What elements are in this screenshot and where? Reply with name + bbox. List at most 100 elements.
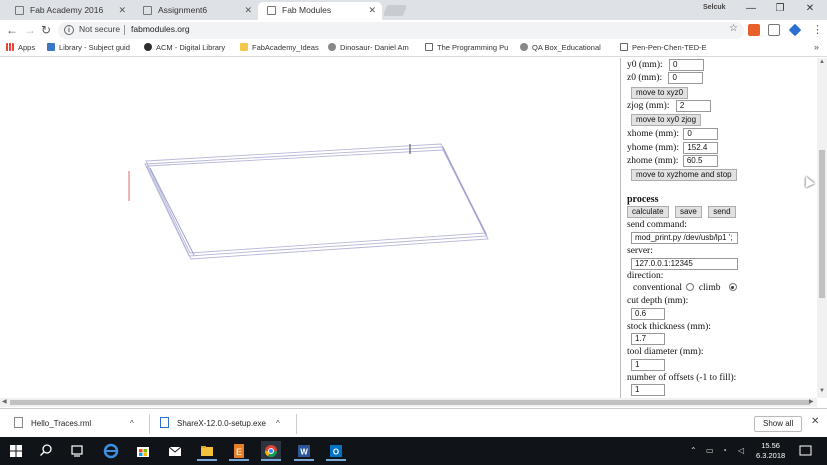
reload-icon[interactable]: ↻ xyxy=(41,23,51,37)
reader-extension-icon[interactable] xyxy=(768,24,780,36)
page-icon xyxy=(425,43,433,51)
library-icon xyxy=(47,43,55,51)
search-icon[interactable] xyxy=(36,441,56,461)
bookmarks-bar: Apps Library - Subject guid ACM - Digita… xyxy=(0,41,827,57)
z0-input[interactable]: 0 xyxy=(668,72,704,84)
windows-start-icon[interactable] xyxy=(6,441,26,461)
chrome-icon[interactable] xyxy=(261,441,281,461)
file-explorer-icon[interactable] xyxy=(197,441,217,461)
scroll-thumb[interactable] xyxy=(819,150,825,298)
climb-radio[interactable] xyxy=(728,283,737,291)
bookmark-label: Pen-Pen-Chen-TED-E xyxy=(632,43,706,52)
bookmark-library[interactable]: Library - Subject guid xyxy=(47,43,137,52)
menu-icon[interactable]: ⋮ xyxy=(812,23,823,36)
close-tab-icon[interactable]: ✕ xyxy=(244,2,252,18)
acm-icon xyxy=(144,43,152,51)
close-tab-icon[interactable]: ✕ xyxy=(368,2,376,18)
scroll-up-icon[interactable]: ▲ xyxy=(819,59,825,65)
horizontal-scrollbar[interactable]: ◀ ▶ xyxy=(0,398,817,407)
zhome-input[interactable]: 60.5 xyxy=(682,155,718,167)
edge-icon[interactable] xyxy=(101,441,121,461)
close-shelf-icon[interactable]: ✕ xyxy=(811,416,819,427)
move-to-xyz0-button[interactable]: move to xyz0 xyxy=(631,87,689,99)
scroll-left-icon[interactable]: ◀ xyxy=(2,398,7,405)
process-heading: process xyxy=(627,194,659,205)
chevron-up-icon[interactable]: ^ xyxy=(276,415,280,433)
sharex-extension-icon[interactable] xyxy=(748,24,760,36)
download-item[interactable]: ShareX-12.0.0-setup.exe ^ xyxy=(160,415,288,433)
stock-thickness-input[interactable]: 1.7 xyxy=(631,333,665,345)
close-tab-icon[interactable]: ✕ xyxy=(118,2,126,18)
bookmark-star-icon[interactable]: ☆ xyxy=(729,23,738,34)
tool-diameter-input[interactable]: 1 xyxy=(631,359,665,371)
forward-icon[interactable]: → xyxy=(24,23,36,37)
bookmark-fabacademy-ideas[interactable]: FabAcademy_Ideas xyxy=(240,43,324,52)
yhome-input[interactable]: 152.4 xyxy=(683,142,719,154)
bookmark-programming[interactable]: The Programming Pu xyxy=(425,43,513,52)
save-button[interactable]: save xyxy=(674,206,702,218)
bookmark-dinosaur[interactable]: Dinosaur- Daniel Am xyxy=(328,43,416,52)
bookmark-ted[interactable]: Pen-Pen-Chen-TED-E xyxy=(620,43,706,52)
new-tab-button[interactable] xyxy=(382,5,408,16)
y0-input[interactable]: 0 xyxy=(669,59,704,71)
climb-label: climb xyxy=(698,283,721,293)
offsets-input[interactable]: 1 xyxy=(631,384,665,396)
bookmark-label: QA Box_Educational xyxy=(532,43,601,52)
bookmark-qa-box[interactable]: QA Box_Educational xyxy=(520,43,608,52)
mail-icon[interactable] xyxy=(165,441,185,461)
info-icon[interactable]: i xyxy=(64,25,74,35)
send-button[interactable]: send xyxy=(708,206,736,218)
url-text[interactable]: fabmodules.org xyxy=(131,24,190,34)
download-item[interactable]: Hello_Traces.rml ^ xyxy=(14,415,142,433)
restore-icon[interactable]: ❐ xyxy=(767,2,793,16)
scroll-thumb[interactable] xyxy=(10,400,810,405)
xhome-row: xhome (mm): 0 xyxy=(627,128,719,140)
network-icon[interactable]: ◔ xyxy=(722,446,727,455)
profile-name[interactable]: Selcuk xyxy=(703,4,726,11)
send-command-input[interactable]: mod_print.py /dev/usb/lp1 '; xyxy=(631,232,738,244)
vertical-scrollbar[interactable]: ▲ ▼ xyxy=(817,58,827,398)
outlook-icon[interactable]: O xyxy=(326,441,346,461)
offsets-label: number of offsets (-1 to fill): xyxy=(627,373,737,383)
clock[interactable]: 15.56 6.3.2018 xyxy=(756,441,785,461)
sublime-icon[interactable]: E xyxy=(229,441,249,461)
address-bar[interactable]: i Not secure fabmodules.org ☆ xyxy=(58,22,744,39)
calculate-button[interactable]: calculate xyxy=(627,206,669,218)
notifications-icon[interactable] xyxy=(798,441,814,461)
battery-icon[interactable]: ▭ xyxy=(706,446,714,455)
tab-assignment6[interactable]: Assignment6 ✕ xyxy=(134,2,258,20)
windows-taskbar: E W O ⌃ ▭ ◔ ◁ 15.56 6.3.2018 xyxy=(0,437,827,465)
task-view-icon[interactable] xyxy=(67,441,87,461)
bookmark-acm[interactable]: ACM - Digital Library xyxy=(144,43,236,52)
zjog-input[interactable]: 2 xyxy=(675,100,711,112)
tab-fab-modules[interactable]: Fab Modules ✕ xyxy=(258,2,382,20)
more-bookmarks-icon[interactable]: » xyxy=(814,42,819,52)
store-icon[interactable] xyxy=(133,441,153,461)
conventional-radio[interactable] xyxy=(686,283,695,291)
volume-icon[interactable]: ◁ xyxy=(738,446,744,455)
chevron-up-icon[interactable]: ^ xyxy=(130,415,134,433)
tab-fab-academy[interactable]: Fab Academy 2016 ✕ xyxy=(6,2,132,20)
minimize-icon[interactable]: — xyxy=(738,2,764,16)
clock-date: 6.3.2018 xyxy=(756,451,786,460)
cut-depth-input[interactable]: 0.6 xyxy=(631,308,665,320)
people-icon[interactable]: ⌃ xyxy=(690,446,697,455)
move-to-xyzhome-button[interactable]: move to xyzhome and stop xyxy=(631,169,737,181)
back-icon[interactable]: ← xyxy=(6,23,18,37)
zhome-row: zhome (mm): 60.5 xyxy=(627,155,718,167)
page-icon xyxy=(267,6,276,15)
toolpath-3d-view[interactable] xyxy=(0,58,620,398)
server-input[interactable]: 127.0.0.1:12345 xyxy=(631,258,738,270)
apps-shortcut[interactable]: Apps xyxy=(6,43,35,52)
security-label[interactable]: Not secure xyxy=(79,24,120,34)
window-close-icon[interactable]: ✕ xyxy=(797,2,823,16)
apps-grid-icon xyxy=(6,43,14,51)
download-name: Hello_Traces.rml xyxy=(31,419,92,428)
scroll-right-icon[interactable]: ▶ xyxy=(809,398,814,405)
move-to-xy0-zjog-button[interactable]: move to xy0 zjog xyxy=(631,114,702,126)
z0-label: z0 (mm): xyxy=(627,73,663,84)
xhome-input[interactable]: 0 xyxy=(683,128,719,140)
scroll-down-icon[interactable]: ▼ xyxy=(819,388,825,394)
show-all-button[interactable]: Show all xyxy=(754,416,803,432)
word-icon[interactable]: W xyxy=(294,441,314,461)
